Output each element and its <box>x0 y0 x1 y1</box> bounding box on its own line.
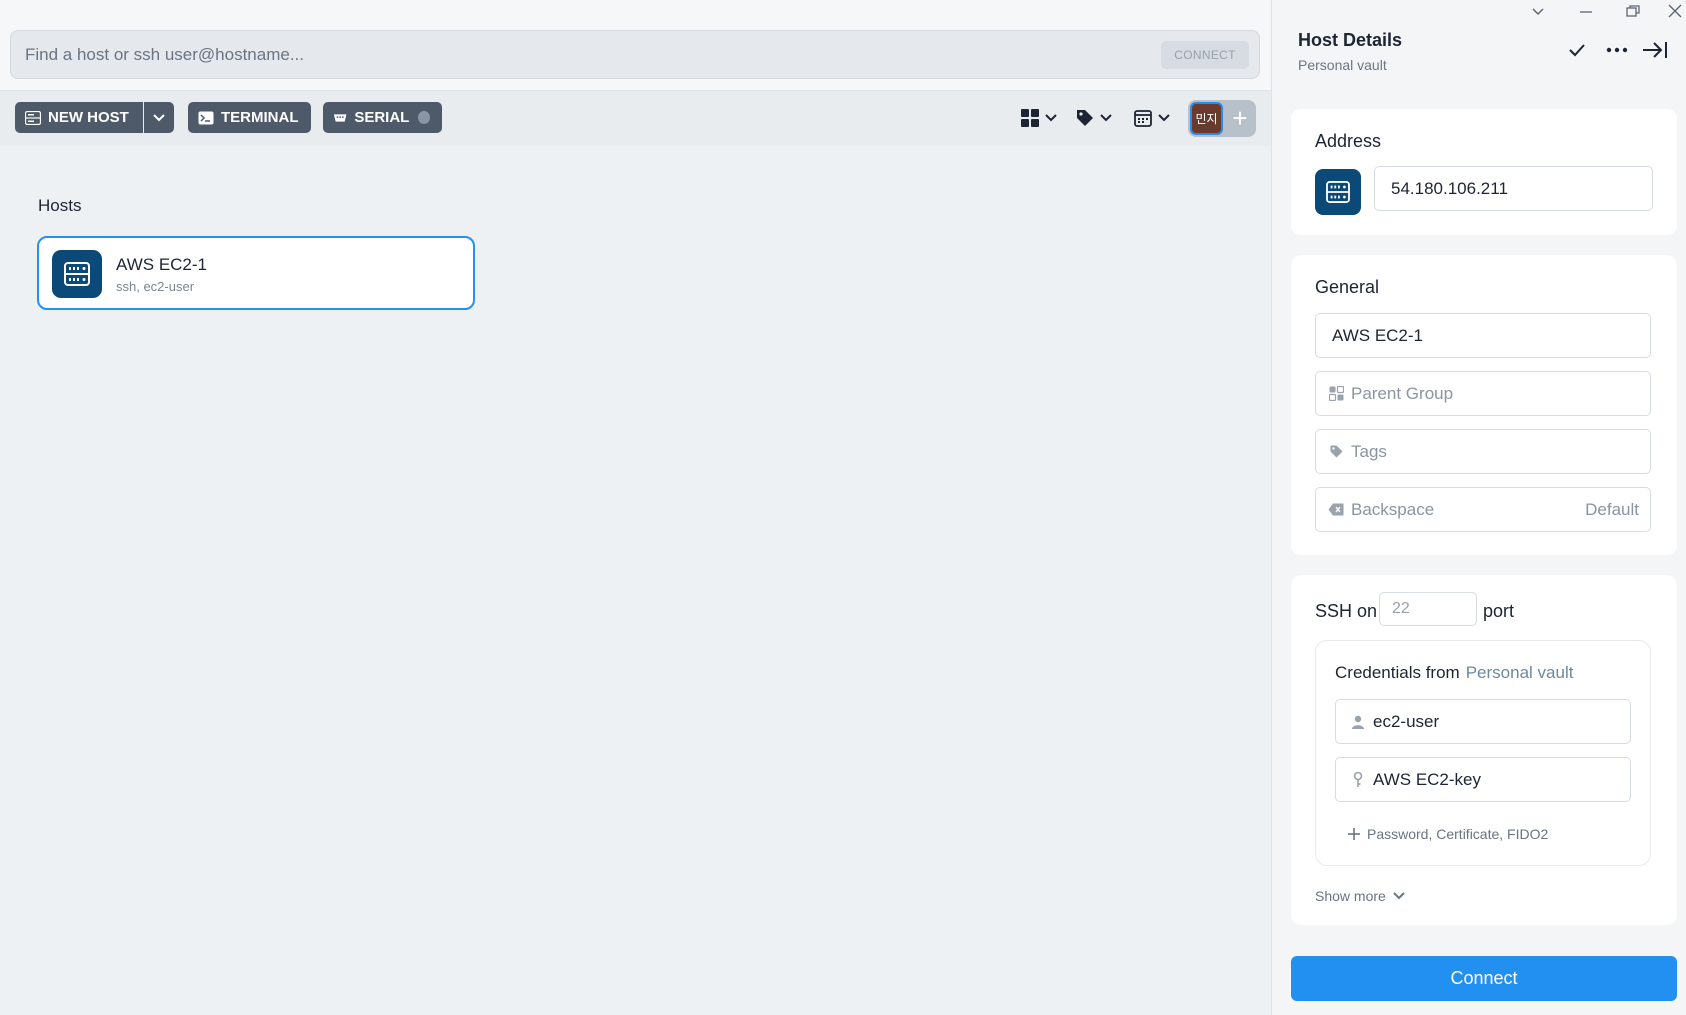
tags-placeholder: Tags <box>1351 441 1387 461</box>
server-icon <box>1315 169 1361 215</box>
chevron-down-icon <box>1158 114 1170 122</box>
credentials-title: Credentials from Personal vault <box>1335 663 1573 683</box>
parent-group-field[interactable]: Parent Group <box>1315 371 1651 416</box>
chevron-down-icon <box>1045 114 1057 122</box>
minimize-icon[interactable] <box>1579 4 1593 22</box>
backspace-value: Default <box>1585 499 1639 519</box>
server-icon <box>25 110 41 125</box>
key-icon <box>1350 771 1366 788</box>
restore-icon[interactable] <box>1626 4 1640 22</box>
close-icon[interactable] <box>1668 4 1682 23</box>
address-value: 54.180.106.211 <box>1391 178 1508 198</box>
team-avatars: 민지 + <box>1188 100 1256 137</box>
sort-toggle[interactable] <box>1133 105 1171 131</box>
host-name: AWS EC2-1 <box>116 255 208 274</box>
tag-filter-toggle[interactable] <box>1075 105 1113 131</box>
new-host-label: NEW HOST <box>48 109 129 126</box>
grid-icon <box>1021 109 1039 127</box>
terminal-label: TERMINAL <box>221 109 299 126</box>
connect-button[interactable]: Connect <box>1291 956 1677 1001</box>
host-details-panel: Host Details Personal vault Address 54.1… <box>1271 0 1686 1015</box>
chevron-down-icon[interactable] <box>1531 4 1545 22</box>
chevron-down-icon <box>153 113 165 121</box>
port-input[interactable]: 22 <box>1379 592 1477 626</box>
top-bar: CONNECT <box>0 0 1271 91</box>
general-label: General <box>1315 277 1380 297</box>
terminal-icon <box>198 111 214 124</box>
collapse-panel-icon[interactable] <box>1642 40 1668 64</box>
add-credential-label: Password, Certificate, FIDO2 <box>1367 826 1549 842</box>
credentials-card: Credentials from Personal vault ec2-user … <box>1315 640 1651 866</box>
ssh-prefix-label: SSH on <box>1315 601 1378 621</box>
host-label-input[interactable]: AWS EC2-1 <box>1315 313 1651 358</box>
credentials-label: Credentials from <box>1335 663 1460 682</box>
tag-icon <box>1328 444 1344 460</box>
address-card: Address 54.180.106.211 <box>1291 109 1677 235</box>
new-host-button[interactable]: NEW HOST <box>15 102 143 133</box>
ssh-card: SSH on 22 port Credentials from Personal … <box>1291 575 1677 925</box>
chevron-down-icon <box>1393 892 1405 900</box>
pro-badge-icon <box>418 111 430 124</box>
username-value: ec2-user <box>1373 711 1440 731</box>
add-member-icon[interactable]: + <box>1228 104 1252 132</box>
new-host-dropdown-button[interactable] <box>144 102 174 133</box>
toolbar: NEW HOST TERMINAL SERIAL <box>0 91 1271 146</box>
username-input[interactable]: ec2-user <box>1335 699 1631 744</box>
serial-button[interactable]: SERIAL <box>323 102 442 133</box>
chevron-down-icon <box>1100 114 1112 122</box>
host-subtitle: ssh, ec2-user <box>116 279 195 294</box>
terminal-button[interactable]: TERMINAL <box>188 102 311 133</box>
avatar[interactable]: 민지 <box>1190 102 1223 135</box>
plus-icon <box>1348 828 1360 840</box>
panel-title: Host Details <box>1298 30 1403 50</box>
calendar-icon <box>1134 110 1152 127</box>
serial-label: SERIAL <box>354 109 410 126</box>
search-bar: CONNECT <box>10 30 1260 79</box>
search-input[interactable] <box>11 31 1151 78</box>
hosts-section-title: Hosts <box>38 196 82 215</box>
user-icon <box>1350 714 1366 730</box>
tags-field[interactable]: Tags <box>1315 429 1651 474</box>
backspace-field[interactable]: Backspace Default <box>1315 487 1651 532</box>
add-credential-button[interactable]: Password, Certificate, FIDO2 <box>1347 826 1548 842</box>
backspace-label: Backspace <box>1351 499 1435 519</box>
window-controls <box>1486 0 1686 28</box>
save-check-icon[interactable] <box>1567 40 1587 64</box>
panel-subtitle: Personal vault <box>1298 57 1387 73</box>
general-card: General AWS EC2-1 Parent Group Tags Back… <box>1291 255 1677 555</box>
parent-group-placeholder: Parent Group <box>1351 383 1454 403</box>
key-value: AWS EC2-key <box>1373 769 1482 789</box>
tag-icon <box>1077 110 1093 126</box>
credentials-vault-link[interactable]: Personal vault <box>1466 663 1574 682</box>
group-icon <box>1328 386 1344 402</box>
serial-port-icon <box>333 113 347 122</box>
host-card[interactable]: AWS EC2-1 ssh, ec2-user <box>37 236 475 310</box>
main-area: CONNECT NEW HOST TERMINAL SERIAL <box>0 0 1271 1015</box>
more-options-icon[interactable] <box>1605 40 1629 64</box>
server-icon <box>52 250 102 298</box>
address-label: Address <box>1315 131 1382 151</box>
ssh-port-suffix: port <box>1483 601 1515 621</box>
show-more-button[interactable]: Show more <box>1315 888 1406 904</box>
show-more-label: Show more <box>1315 888 1386 904</box>
view-mode-toggle[interactable] <box>1020 105 1058 131</box>
backspace-icon <box>1328 502 1344 518</box>
port-placeholder: 22 <box>1392 600 1410 617</box>
address-input[interactable]: 54.180.106.211 <box>1374 166 1653 211</box>
search-connect-button[interactable]: CONNECT <box>1161 41 1249 69</box>
host-label-value: AWS EC2-1 <box>1332 325 1424 345</box>
key-input[interactable]: AWS EC2-key <box>1335 757 1631 802</box>
